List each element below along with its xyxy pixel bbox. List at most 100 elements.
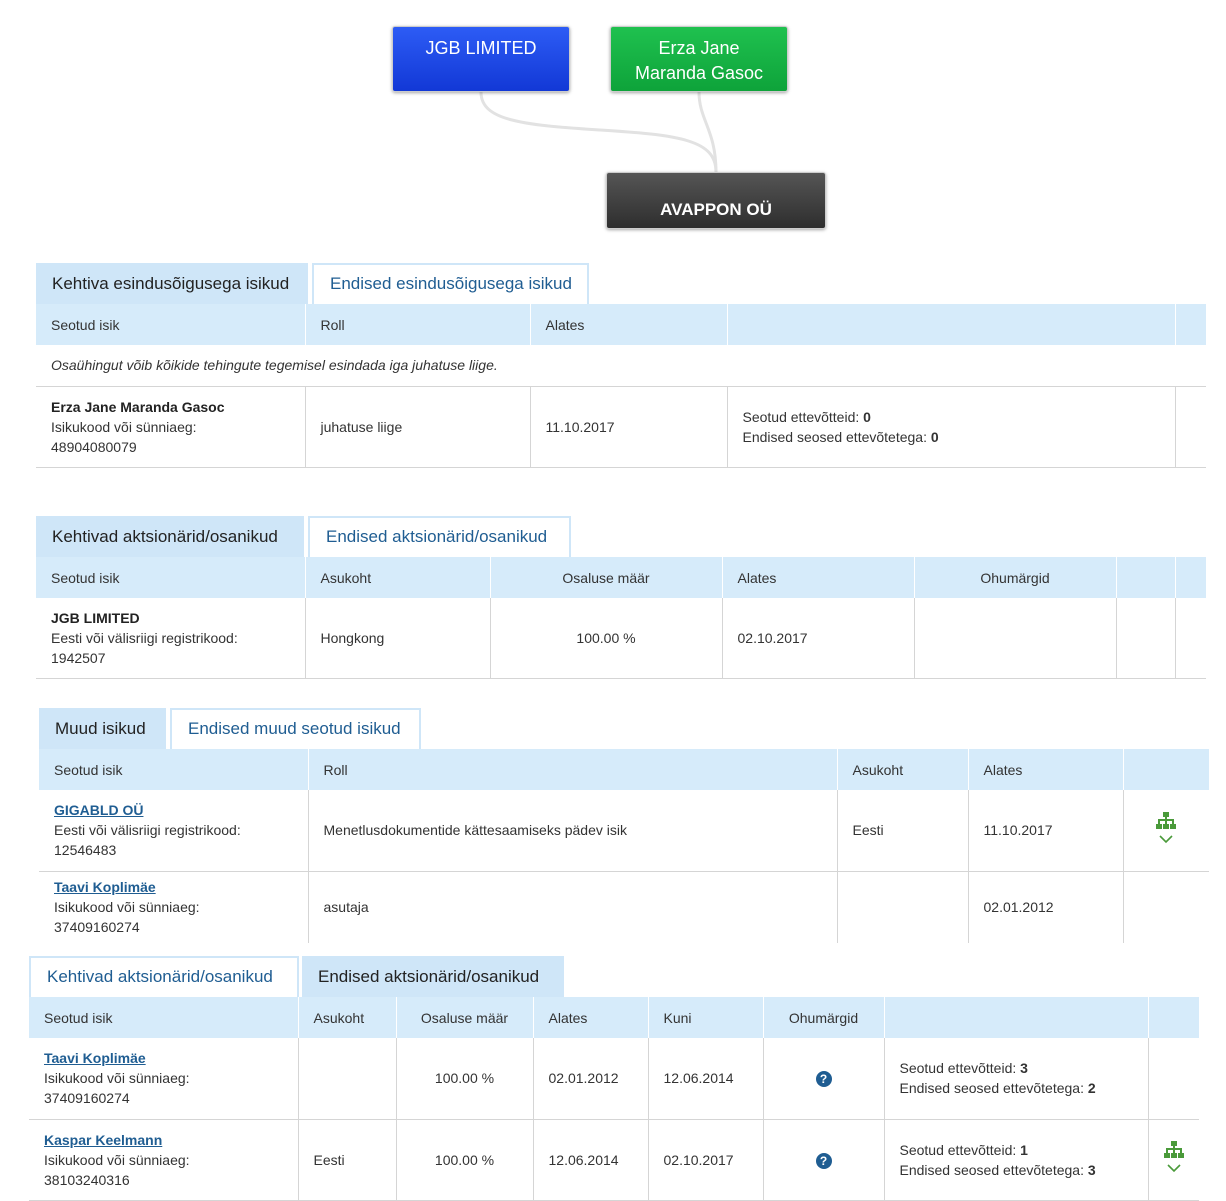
role-cell: juhatuse liige: [304, 386, 530, 468]
column-header: Seotud isik: [29, 997, 298, 1038]
warnings-cell: [913, 598, 1116, 679]
person-link[interactable]: Taavi Koplimäe: [54, 879, 156, 895]
question-icon[interactable]: ?: [815, 1152, 832, 1169]
column-header: Alates: [967, 749, 1123, 790]
column-header: Asukoht: [297, 997, 396, 1038]
column-header: Seotud isik: [36, 304, 305, 345]
hierarchy-icon: [1163, 1141, 1184, 1158]
shareholders-section: Kehtivad aktsionärid/osanikud Endised ak…: [36, 516, 1206, 679]
empty-cell: [1174, 598, 1206, 679]
tab-former-representatives[interactable]: Endised esindusõigusega isikud: [312, 263, 589, 304]
empty-cell: [1115, 598, 1175, 679]
related-label: Seotud ettevõtteid:: [899, 1141, 1017, 1158]
relationship-graph: JGB LIMITED Erza Jane Maranda Gasoc AVAP…: [0, 0, 1226, 240]
since-cell: 11.10.2017: [967, 790, 1123, 872]
related-value: 3: [1020, 1060, 1028, 1077]
shareholders-tabs: Kehtivad aktsionärid/osanikud Endised ak…: [36, 516, 1206, 557]
since-cell: 02.10.2017: [721, 598, 914, 679]
column-header: [883, 997, 1148, 1038]
related-label: Seotud ettevõtteid:: [899, 1060, 1017, 1077]
table-row: Taavi Koplimäe Isikukood või sünniaeg: 3…: [39, 871, 1209, 943]
table-header-row: Seotud isik Roll Alates: [36, 304, 1206, 345]
relations-cell: Seotud ettevõtteid: 1 Endised seosed ett…: [883, 1119, 1148, 1201]
column-header: [1147, 997, 1199, 1038]
column-header: Roll: [307, 749, 837, 790]
graph-node-avappon[interactable]: AVAPPON OÜ: [606, 172, 826, 229]
share-cell: 100.00 %: [395, 1119, 533, 1201]
representation-note: Osaühingut võib kõikide tehingute tegemi…: [36, 345, 1206, 387]
person-id-label: Isikukood või sünniaeg:: [54, 899, 200, 916]
chevron-down-icon: [1159, 835, 1173, 843]
person-name: Erza Jane Maranda Gasoc: [51, 398, 225, 415]
graph-node-jgb-limited[interactable]: JGB LIMITED: [392, 26, 570, 92]
representatives-tabs: Kehtiva esindusõigusega isikud Endised e…: [36, 263, 1206, 304]
share-cell: 100.00 %: [395, 1038, 533, 1120]
table-row: Taavi Koplimäe Isikukood või sünniaeg: 3…: [29, 1038, 1199, 1120]
former-label: Endised seosed ettevõtetega:: [899, 1080, 1084, 1097]
question-icon[interactable]: ?: [815, 1071, 832, 1088]
table-row: Erza Jane Maranda Gasoc Isikukood või sü…: [36, 386, 1206, 468]
former-value: 0: [930, 428, 939, 445]
actions-cell: [1147, 1038, 1199, 1120]
location-cell: Eesti: [297, 1119, 396, 1201]
former-value: 3: [1087, 1161, 1096, 1178]
actions-cell: [1122, 871, 1209, 943]
hierarchy-expand-button[interactable]: [1156, 811, 1177, 844]
person-link[interactable]: Taavi Koplimäe: [44, 1050, 146, 1066]
column-header: Osaluse määr: [489, 557, 722, 598]
tab-former-shareholders[interactable]: Endised aktsionärid/osanikud: [302, 956, 564, 997]
column-header: Ohumärgid: [762, 997, 884, 1038]
hierarchy-icon: [1156, 811, 1177, 829]
person-id-value: 37409160274: [44, 1090, 130, 1107]
column-header: Roll: [304, 304, 530, 345]
person-id-label: Eesti või välisriigi registrikood:: [51, 629, 238, 646]
column-header: Osaluse määr: [395, 997, 533, 1038]
graph-node-label: AVAPPON OÜ: [660, 200, 772, 219]
tab-current-shareholders[interactable]: Kehtivad aktsionärid/osanikud: [36, 516, 304, 557]
warnings-cell: ?: [762, 1038, 884, 1120]
representation-note-row: Osaühingut võib kõikide tehingute tegemi…: [36, 345, 1206, 387]
former-shareholders-section: Kehtivad aktsionärid/osanikud Endised ak…: [29, 956, 1199, 1201]
person-name: JGB LIMITED: [51, 609, 140, 626]
other-persons-table: Seotud isik Roll Asukoht Alates GIGABLD …: [39, 749, 1209, 943]
related-value: 0: [863, 408, 871, 425]
other-persons-tabs: Muud isikud Endised muud seotud isikud: [39, 708, 1209, 749]
column-header: [726, 304, 1175, 345]
actions-cell: [1147, 1119, 1199, 1201]
person-link[interactable]: Kaspar Keelmann: [44, 1132, 162, 1148]
hierarchy-expand-button[interactable]: [1163, 1141, 1184, 1173]
former-label: Endised seosed ettevõtetega:: [742, 428, 927, 445]
tab-former-shareholders[interactable]: Endised aktsionärid/osanikud: [308, 516, 571, 557]
person-cell: GIGABLD OÜ Eesti või välisriigi registri…: [39, 790, 308, 872]
column-header: Ohumärgid: [913, 557, 1116, 598]
tab-former-other-persons[interactable]: Endised muud seotud isikud: [170, 708, 421, 749]
since-cell: 02.01.2012: [532, 1038, 648, 1120]
column-header: Alates: [532, 997, 648, 1038]
empty-cell: [1174, 386, 1206, 468]
person-cell: Kaspar Keelmann Isikukood või sünniaeg: …: [29, 1119, 298, 1201]
person-cell: Taavi Koplimäe Isikukood või sünniaeg: 3…: [39, 871, 308, 943]
tab-current-representatives[interactable]: Kehtiva esindusõigusega isikud: [36, 263, 308, 304]
column-header: Asukoht: [304, 557, 490, 598]
person-id-value: 38103240316: [44, 1171, 130, 1188]
tab-current-shareholders[interactable]: Kehtivad aktsionärid/osanikud: [29, 956, 299, 997]
person-id-value: 12546483: [54, 842, 117, 859]
former-value: 2: [1087, 1080, 1096, 1097]
column-header: Seotud isik: [39, 749, 308, 790]
column-header: [1115, 557, 1175, 598]
relations-cell: Seotud ettevõtteid: 3 Endised seosed ett…: [883, 1038, 1148, 1120]
location-cell: Eesti: [836, 790, 968, 872]
table-row: GIGABLD OÜ Eesti või välisriigi registri…: [39, 790, 1209, 872]
column-header: [1122, 749, 1209, 790]
table-row: Kaspar Keelmann Isikukood või sünniaeg: …: [29, 1119, 1199, 1201]
column-header: Seotud isik: [36, 557, 305, 598]
graph-node-erza-jane[interactable]: Erza Jane Maranda Gasoc: [610, 26, 788, 92]
person-id-value: 48904080079: [51, 438, 137, 455]
graph-node-label: JGB LIMITED: [425, 38, 537, 58]
role-cell: Menetlusdokumentide kättesaamiseks pädev…: [307, 790, 837, 872]
until-cell: 02.10.2017: [647, 1119, 763, 1201]
actions-cell: [1122, 790, 1209, 872]
person-id-label: Isikukood või sünniaeg:: [44, 1070, 190, 1087]
person-link[interactable]: GIGABLD OÜ: [54, 802, 143, 818]
tab-other-persons[interactable]: Muud isikud: [39, 708, 166, 749]
